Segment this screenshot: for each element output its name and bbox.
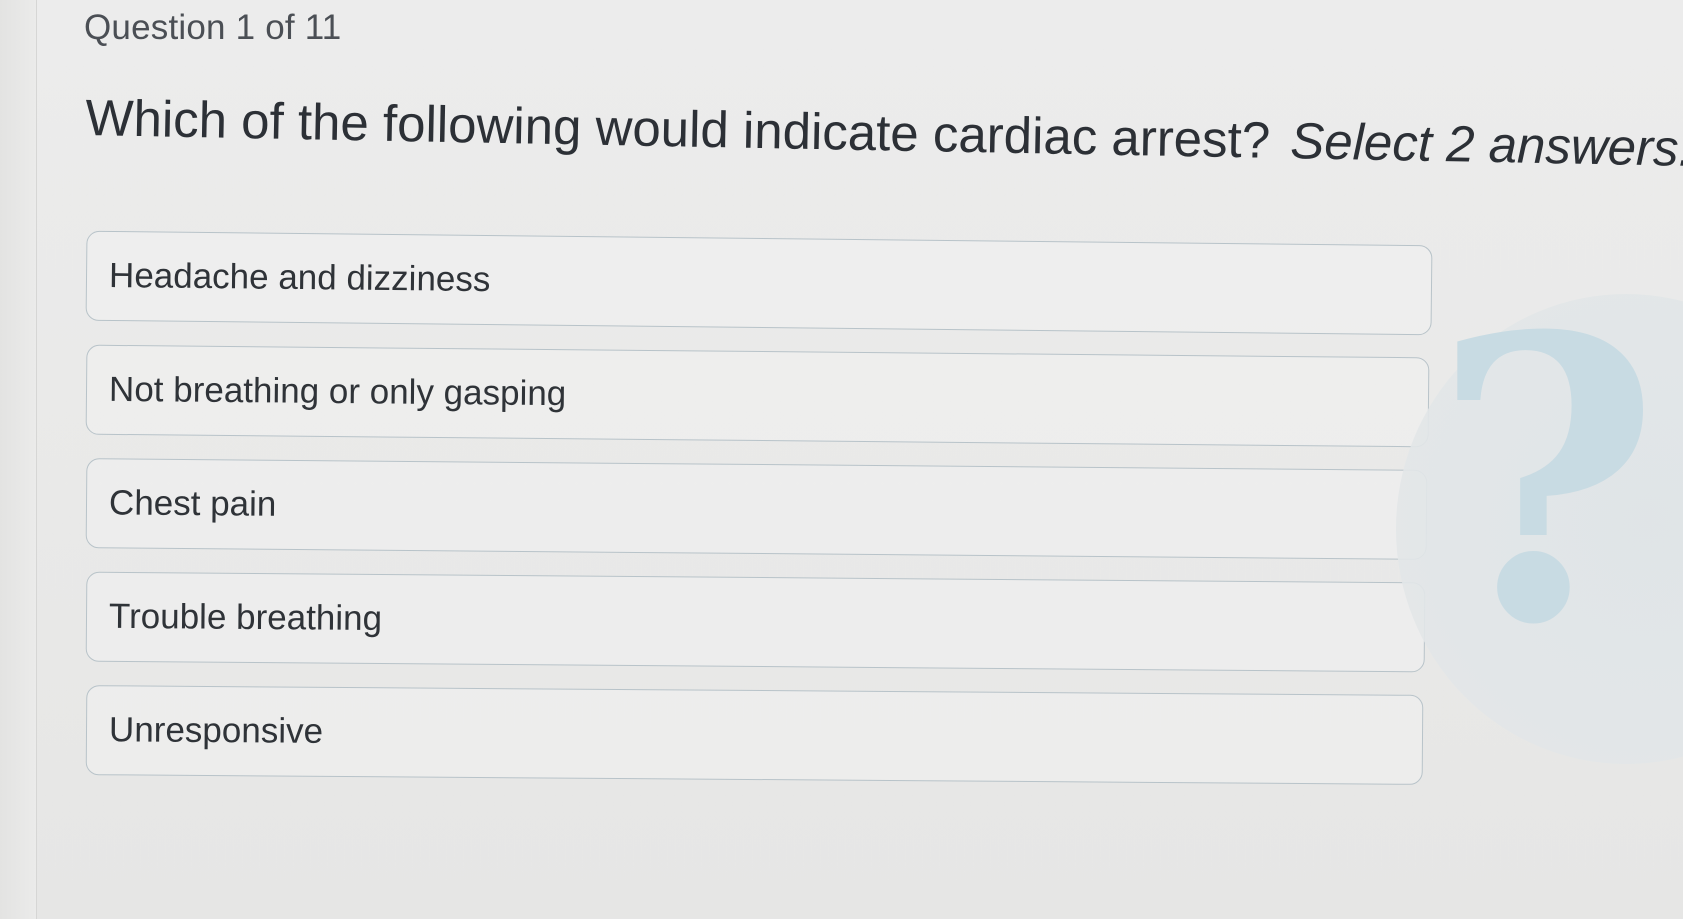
left-border-panel: [0, 0, 37, 919]
question-text: Which of the following would indicate ca…: [84, 88, 1271, 169]
answer-label: Headache and dizziness: [108, 255, 491, 300]
answer-list: Headache and dizziness Not breathing or …: [85, 230, 1436, 803]
answer-option-chest-pain[interactable]: Chest pain: [85, 458, 1428, 560]
answer-label: Unresponsive: [108, 710, 324, 751]
answer-option-trouble-breathing[interactable]: Trouble breathing: [85, 571, 1426, 673]
question-counter: Question 1 of 11: [84, 8, 342, 47]
answer-option-unresponsive[interactable]: Unresponsive: [85, 685, 1424, 785]
answer-label: Not breathing or only gasping: [108, 369, 567, 414]
answer-label: Trouble breathing: [108, 596, 383, 639]
question-mark-icon: ?: [1396, 294, 1683, 764]
answer-option-not-breathing[interactable]: Not breathing or only gasping: [85, 344, 1430, 448]
question-instruction: Select 2 answers.: [1289, 112, 1683, 177]
question-mark-glyph: ?: [1432, 294, 1661, 710]
question-prompt: Which of the following would indicate ca…: [85, 88, 1683, 178]
answer-option-headache-dizziness[interactable]: Headache and dizziness: [85, 230, 1433, 336]
answer-label: Chest pain: [108, 483, 277, 524]
help-background-circle: [1396, 294, 1683, 764]
